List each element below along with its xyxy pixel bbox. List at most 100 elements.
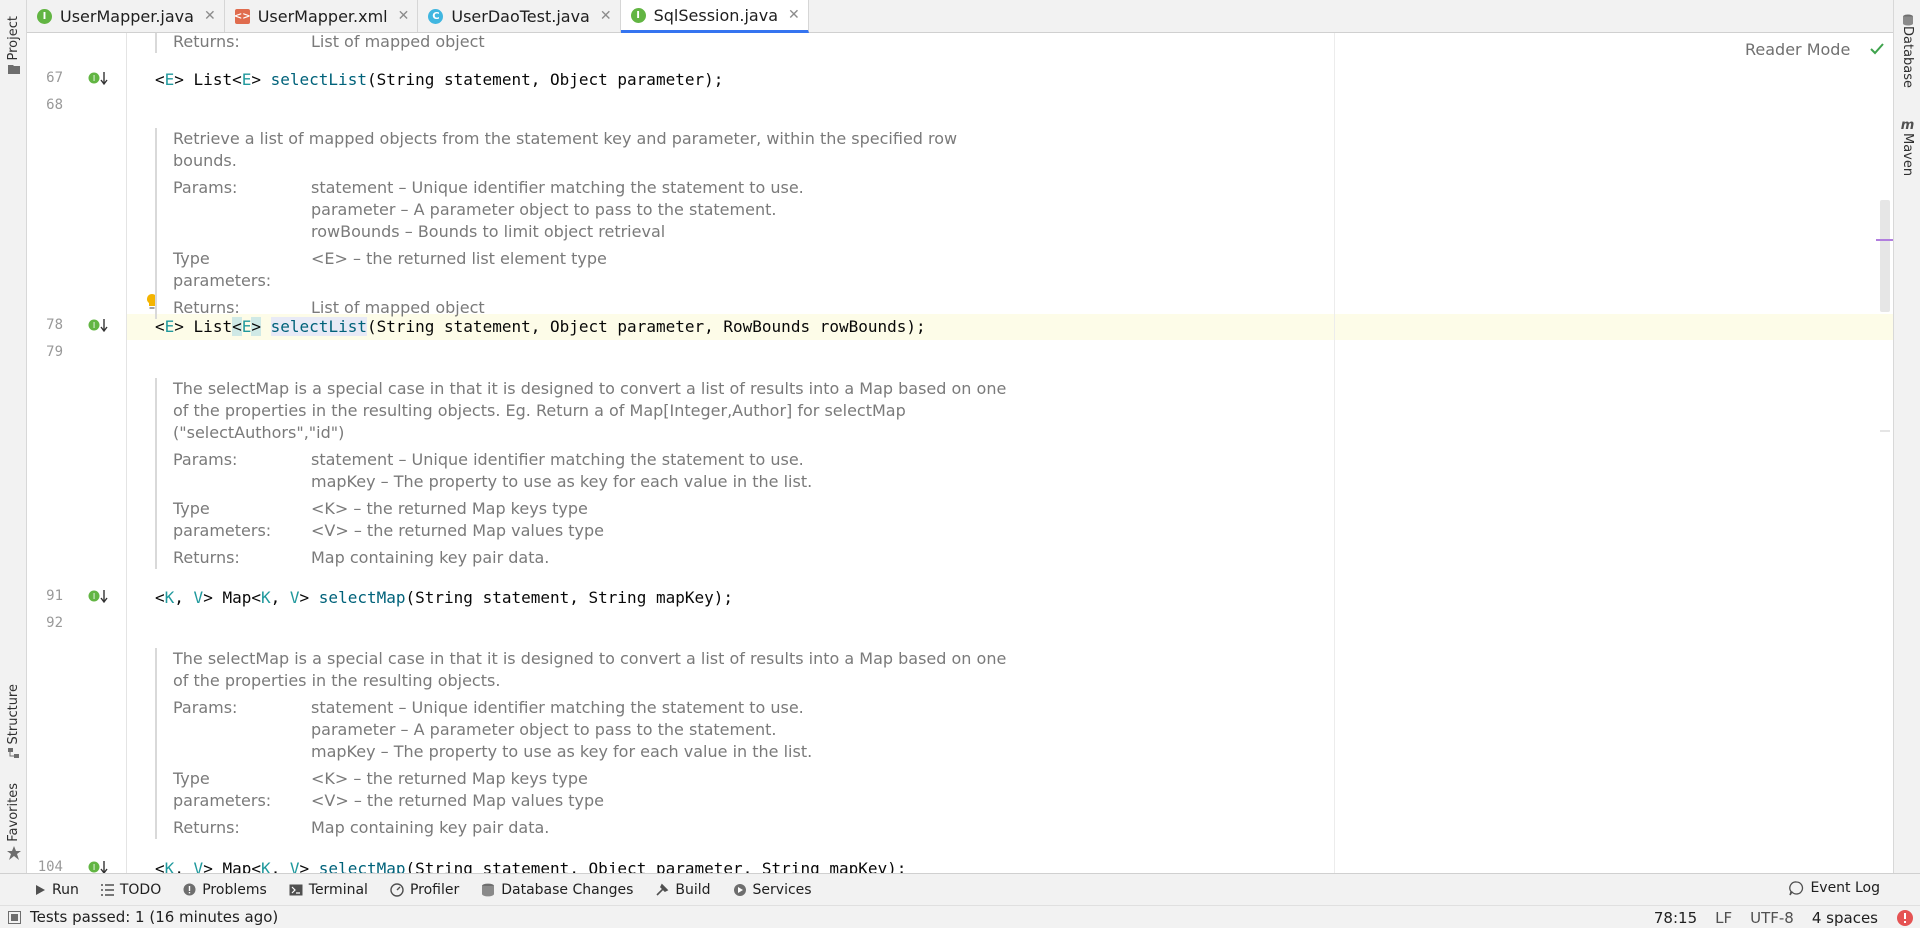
todo-tool-button[interactable]: TODO xyxy=(100,882,161,898)
doc-param: statement – Unique identifier matching t… xyxy=(311,450,804,469)
svg-text:I: I xyxy=(93,592,95,601)
reader-mode-button[interactable]: Reader Mode xyxy=(1745,40,1850,59)
status-indicators: 78:15 LF UTF-8 4 spaces xyxy=(1654,906,1920,928)
event-log-icon xyxy=(1789,880,1804,895)
structure-tool-label: Structure xyxy=(6,683,21,744)
scrollbar-marker xyxy=(1876,239,1893,241)
doc-param: statement – Unique identifier matching t… xyxy=(311,178,804,197)
database-tool-tab[interactable]: Database xyxy=(1894,14,1920,88)
doc-description: bounds. xyxy=(173,151,237,170)
tab-label: UserDaoTest.java xyxy=(451,6,590,26)
services-icon xyxy=(733,883,746,896)
doc-param: rowBounds – Bounds to limit object retri… xyxy=(311,222,666,241)
tool-label: Build xyxy=(675,881,711,898)
event-log-label: Event Log xyxy=(1810,880,1880,896)
tab-usermapper-xml[interactable]: <> UserMapper.xml ✕ xyxy=(225,0,419,32)
line-number: 78 xyxy=(46,317,63,333)
status-message[interactable]: Tests passed: 1 (16 minutes ago) xyxy=(8,908,278,926)
status-toggle-icon[interactable] xyxy=(8,910,21,924)
implementations-gutter-icon[interactable]: I xyxy=(88,589,110,605)
editor-gutter: 67 68 78 79 91 92 104 I I I I xyxy=(27,33,157,875)
problems-icon xyxy=(183,883,196,896)
tab-userdaotest-java[interactable]: C UserDaoTest.java ✕ xyxy=(418,0,621,32)
database-icon xyxy=(1902,14,1913,26)
notification-icon[interactable] xyxy=(1896,909,1914,927)
method-name[interactable]: selectList xyxy=(271,70,367,89)
doc-param: parameter – A parameter object to pass t… xyxy=(311,200,777,219)
status-message-text: Tests passed: 1 (16 minutes ago) xyxy=(30,908,279,926)
implementations-gutter-icon[interactable]: I xyxy=(88,318,110,334)
doc-key: Params: xyxy=(173,178,238,197)
doc-key: Params: xyxy=(173,698,238,717)
xml-file-icon: <> xyxy=(233,8,251,24)
vertical-scrollbar-thumb[interactable] xyxy=(1880,200,1890,312)
doc-key: Type parameters: xyxy=(173,249,272,290)
implementations-gutter-icon[interactable]: I xyxy=(88,71,110,87)
interface-icon: I xyxy=(630,7,646,23)
database-changes-icon xyxy=(482,883,495,896)
file-encoding[interactable]: UTF-8 xyxy=(1750,909,1794,927)
tab-sqlsession-java[interactable]: I SqlSession.java ✕ xyxy=(620,0,809,33)
doc-key: Returns: xyxy=(173,298,240,317)
run-tool-button[interactable]: Run xyxy=(34,882,79,898)
check-icon[interactable] xyxy=(1869,42,1885,56)
favorites-tool-tab[interactable]: Favorites xyxy=(0,780,27,860)
doc-value: Map containing key pair data. xyxy=(311,548,550,567)
structure-tool-tab[interactable]: Structure xyxy=(0,676,27,758)
code-line-78[interactable]: <E> List<E> selectList(String statement,… xyxy=(155,317,926,336)
star-icon xyxy=(6,846,21,860)
code-line-104[interactable]: <K, V> Map<K, V> selectMap(String statem… xyxy=(155,859,906,873)
svg-text:I: I xyxy=(93,863,95,872)
doc-param: parameter – A parameter object to pass t… xyxy=(311,720,777,739)
close-icon[interactable]: ✕ xyxy=(204,8,216,24)
doc-type-param: <K> – the returned Map keys type xyxy=(311,769,588,788)
code-line-67[interactable]: <E> List<E> selectList(String statement,… xyxy=(155,70,723,89)
javadoc-block: Returns: List of mapped object xyxy=(155,33,1055,53)
caret-position[interactable]: 78:15 xyxy=(1654,909,1697,927)
code-line-91[interactable]: <K, V> Map<K, V> selectMap(String statem… xyxy=(155,588,733,607)
build-tool-button[interactable]: Build xyxy=(655,881,711,898)
right-tool-stripe: Database m Maven xyxy=(1893,0,1920,873)
project-tool-tab[interactable]: Project xyxy=(0,8,27,74)
maven-tool-tab[interactable]: m Maven xyxy=(1894,118,1920,176)
svg-text:I: I xyxy=(93,74,95,83)
doc-value: List of mapped object xyxy=(311,298,485,317)
interface-icon: I xyxy=(37,8,52,24)
database-changes-tool-button[interactable]: Database Changes xyxy=(481,882,633,898)
close-icon[interactable]: ✕ xyxy=(398,8,410,24)
tool-label: Problems xyxy=(202,881,267,898)
problems-tool-button[interactable]: Problems xyxy=(183,882,267,898)
line-separator[interactable]: LF xyxy=(1715,909,1732,927)
method-name[interactable]: selectList xyxy=(270,317,367,336)
tool-label: Database Changes xyxy=(501,881,634,898)
tab-usermapper-java[interactable]: I UserMapper.java ✕ xyxy=(27,0,225,32)
tool-label: Services xyxy=(752,881,812,898)
doc-key: Params: xyxy=(173,450,238,469)
doc-key: Type parameters: xyxy=(173,769,272,810)
line-number: 91 xyxy=(46,588,63,604)
method-name[interactable]: selectMap xyxy=(319,859,406,873)
profiler-tool-button[interactable]: Profiler xyxy=(390,882,459,898)
method-name[interactable]: selectMap xyxy=(319,588,406,607)
status-bar: Tests passed: 1 (16 minutes ago) 78:15 L… xyxy=(0,905,1920,928)
doc-type-param: <V> – the returned Map values type xyxy=(311,521,604,540)
project-tool-label: Project xyxy=(6,15,21,60)
close-icon[interactable]: ✕ xyxy=(788,7,800,23)
doc-description: The selectMap is a special case in that … xyxy=(173,649,1007,668)
doc-description: Retrieve a list of mapped objects from t… xyxy=(173,129,958,148)
scrollbar-marker xyxy=(1880,430,1890,432)
code-editor[interactable]: Returns: List of mapped object <E> List<E… xyxy=(128,33,1893,873)
event-log-button[interactable]: Event Log xyxy=(1789,880,1880,896)
indent-setting[interactable]: 4 spaces xyxy=(1812,909,1878,927)
left-tool-stripe: Project Structure Favorites xyxy=(0,0,27,873)
doc-param: statement – Unique identifier matching t… xyxy=(311,698,804,717)
line-number: 67 xyxy=(46,70,63,86)
database-tool-label: Database xyxy=(1900,26,1915,89)
doc-key: Returns: xyxy=(173,33,240,51)
terminal-tool-button[interactable]: Terminal xyxy=(289,882,368,898)
close-icon[interactable]: ✕ xyxy=(600,8,612,24)
services-tool-button[interactable]: Services xyxy=(733,882,812,898)
doc-key: Returns: xyxy=(173,548,240,567)
doc-param: mapKey – The property to use as key for … xyxy=(311,742,813,761)
doc-type-param: <V> – the returned Map values type xyxy=(311,791,604,810)
